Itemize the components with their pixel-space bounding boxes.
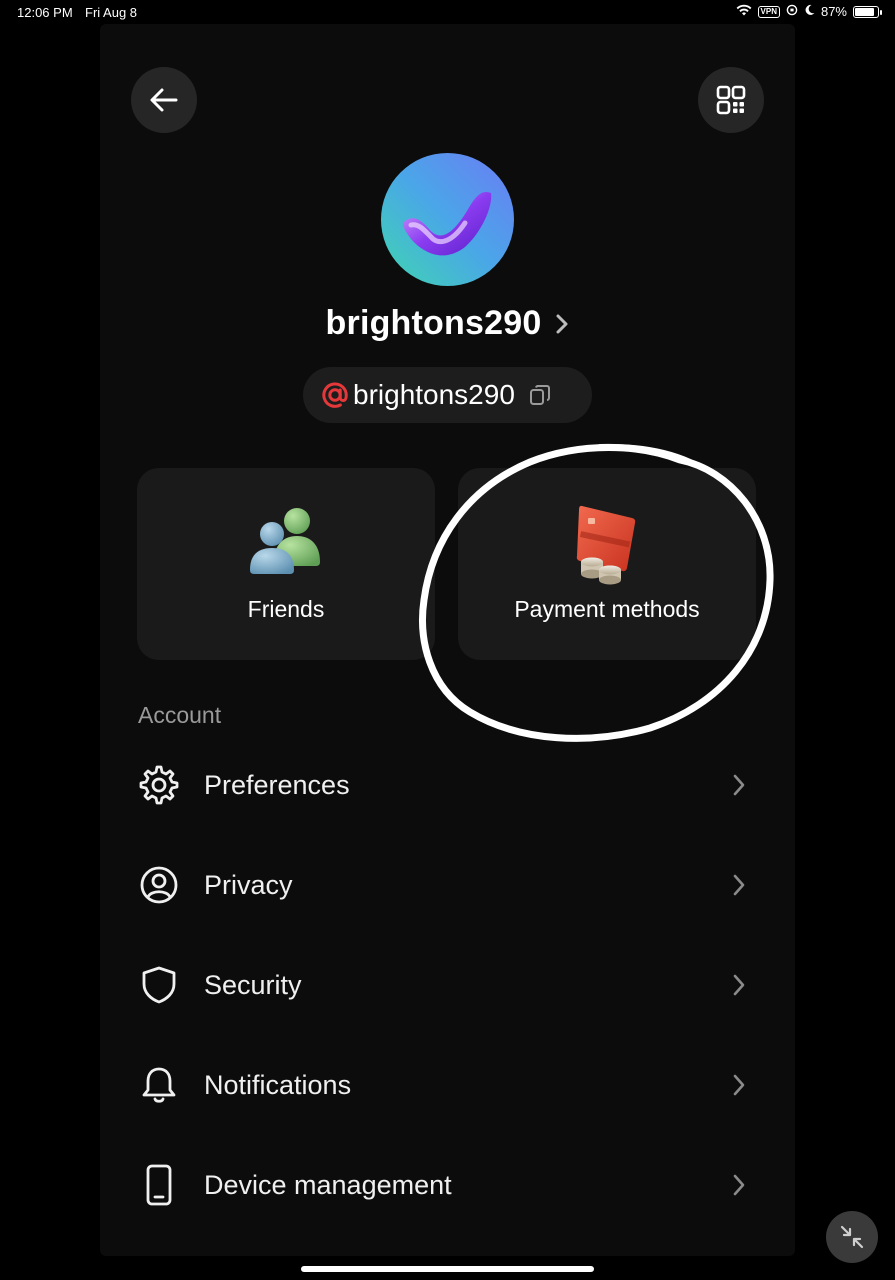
moon-icon xyxy=(804,4,815,19)
menu-label-device-management: Device management xyxy=(204,1169,452,1200)
status-time: 12:06 PM xyxy=(17,5,73,20)
menu-item-device-management[interactable]: Device management xyxy=(136,1145,746,1225)
friends-label: Friends xyxy=(247,596,325,622)
home-indicator[interactable] xyxy=(301,1266,594,1272)
menu-label-preferences: Preferences xyxy=(204,769,350,800)
payment-methods-label: Payment methods xyxy=(514,596,700,622)
back-button[interactable] xyxy=(131,67,197,133)
status-date: Fri Aug 8 xyxy=(85,5,138,20)
vpn-badge: VPN xyxy=(757,5,780,18)
menu-item-notifications[interactable]: Notifications xyxy=(136,1045,746,1125)
wifi-icon xyxy=(736,4,752,19)
chevron-right-icon xyxy=(733,774,745,796)
chevron-right-icon xyxy=(733,874,745,896)
username: brightons290 xyxy=(325,304,542,342)
gear-icon xyxy=(136,765,182,805)
orientation-lock-icon xyxy=(786,4,798,19)
status-indicators: VPN 87% xyxy=(736,4,882,19)
bell-icon xyxy=(136,1065,182,1105)
chevron-right-icon xyxy=(733,1074,745,1096)
menu-item-security[interactable]: Security xyxy=(136,945,746,1025)
payment-card-icon xyxy=(574,504,640,593)
chevron-right-icon xyxy=(733,1174,745,1196)
menu-label-privacy: Privacy xyxy=(204,869,293,900)
friends-icon xyxy=(248,504,324,581)
payment-methods-card[interactable]: Payment methods xyxy=(458,468,756,660)
account-section-title: Account xyxy=(138,702,222,728)
menu-item-privacy[interactable]: Privacy xyxy=(136,845,746,925)
handle-pill[interactable]: brightons290 xyxy=(303,367,592,423)
handle-text: brightons290 xyxy=(353,379,515,410)
menu-label-notifications: Notifications xyxy=(204,1069,352,1100)
profile-panel: brightons290 brightons290 Friends Paymen… xyxy=(100,24,795,1256)
battery-fill xyxy=(855,7,875,16)
user-circle-icon xyxy=(136,865,182,905)
friends-card[interactable]: Friends xyxy=(137,468,435,660)
shield-icon xyxy=(136,965,182,1005)
battery-percent: 87% xyxy=(820,4,847,19)
copy-icon[interactable] xyxy=(529,384,551,406)
arrow-left-icon xyxy=(150,88,178,112)
chevron-right-icon xyxy=(733,974,745,996)
status-bar: 12:06 PM Fri Aug 8 VPN 87% xyxy=(0,0,895,26)
chevron-right-icon xyxy=(556,314,568,333)
qr-code-button[interactable] xyxy=(698,67,764,133)
avatar[interactable] xyxy=(381,153,514,286)
minimize-button[interactable] xyxy=(826,1211,878,1263)
menu-label-security: Security xyxy=(204,969,302,1000)
at-sign-icon xyxy=(322,382,348,408)
menu-item-preferences[interactable]: Preferences xyxy=(136,745,746,825)
phone-icon xyxy=(136,1164,182,1206)
shrink-arrows-icon xyxy=(840,1225,864,1249)
battery-icon xyxy=(853,5,882,18)
username-row[interactable]: brightons290 xyxy=(100,304,795,343)
qr-code-icon xyxy=(716,85,746,115)
